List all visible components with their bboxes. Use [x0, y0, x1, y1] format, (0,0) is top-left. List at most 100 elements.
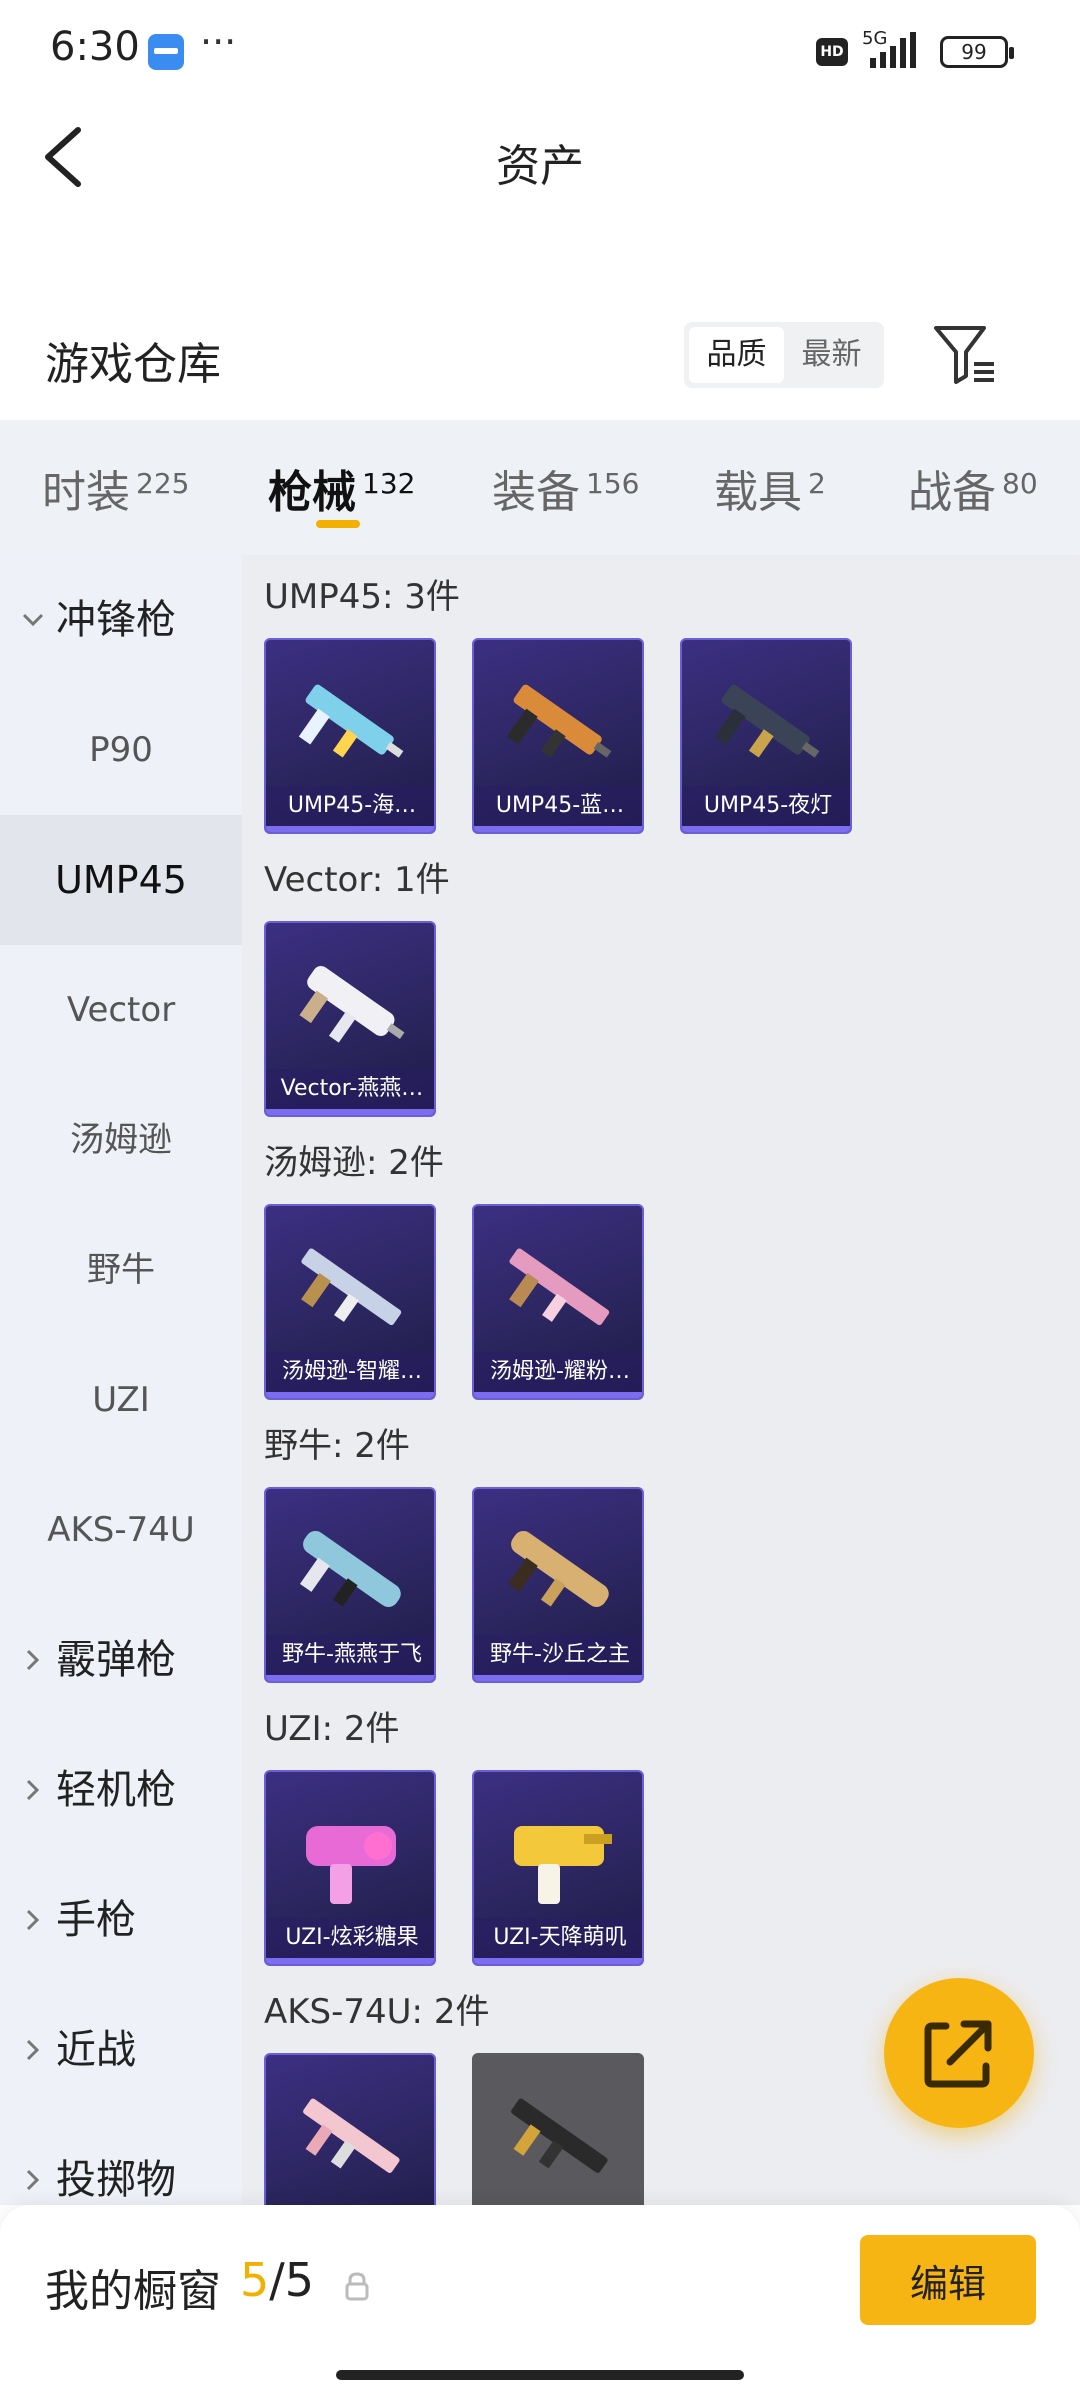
edit-button[interactable]: 编辑	[860, 2235, 1036, 2325]
tab-label: 时装	[42, 467, 130, 518]
rarity-bar	[474, 826, 642, 832]
rifle-skin-icon	[511, 2098, 608, 2173]
tab-count: 132	[362, 467, 416, 500]
showcase-max: 5	[284, 2253, 315, 2307]
signal-icon	[870, 32, 916, 68]
sidebar-item-label: UZI	[92, 1380, 150, 1420]
filter-icon[interactable]	[930, 320, 1000, 390]
tab-count: 2	[808, 467, 826, 500]
tab-count: 80	[1002, 467, 1038, 500]
smg-skin-icon	[506, 684, 612, 758]
skin-name: UMP45-夜灯	[682, 786, 850, 826]
skin-name: 汤姆逊-耀粉…	[474, 1352, 642, 1392]
sidebar-item-uzi[interactable]: UZI	[0, 1335, 242, 1465]
smg-skin-icon	[714, 684, 820, 758]
skin-card[interactable]: 野牛-沙丘之主	[472, 1487, 644, 1683]
rarity-bar	[266, 1392, 434, 1398]
sidebar-item-label: AKS-74U	[47, 1510, 195, 1550]
weapon-skin-list: UMP45: 3件 UMP45-海… UMP45-蓝… UMP45-夜灯 Vec…	[242, 555, 1080, 2205]
smg-skin-icon	[298, 684, 404, 758]
sidebar-item-aks74u[interactable]: AKS-74U	[0, 1465, 242, 1595]
sidebar-item-melee[interactable]: 近战	[0, 1985, 242, 2115]
sidebar-item-thompson[interactable]: 汤姆逊	[0, 1075, 242, 1205]
smg-skin-icon	[301, 1248, 402, 1326]
skin-name: UMP45-海…	[266, 786, 434, 826]
tab-firearms[interactable]: 枪械 132	[268, 456, 416, 518]
group-title: 野牛: 2件	[264, 1426, 410, 1466]
group-title: Vector: 1件	[264, 860, 450, 900]
app-header: 资产	[0, 100, 1080, 220]
tab-count: 225	[136, 467, 190, 500]
skin-card[interactable]: UZI-天降萌叽	[472, 1770, 644, 1966]
sidebar-item-vector[interactable]: Vector	[0, 945, 242, 1075]
group-title: UMP45: 3件	[264, 577, 460, 617]
showcase-count: 5/5	[240, 2253, 314, 2307]
smg-skin-icon	[299, 1530, 401, 1607]
sidebar-item-smg[interactable]: 冲锋枪	[0, 555, 242, 685]
skin-name: Vector-燕燕…	[266, 1069, 434, 1109]
tab-combat-gear[interactable]: 战备 80	[908, 456, 1038, 518]
skin-card[interactable]	[264, 2053, 436, 2205]
share-button[interactable]	[884, 1978, 1034, 2128]
skin-card[interactable]: 汤姆逊-智耀…	[264, 1204, 436, 1400]
sidebar-item-shotgun[interactable]: 霰弹枪	[0, 1595, 242, 1725]
smg-skin-icon	[509, 1248, 610, 1326]
skin-name: 野牛-燕燕于飞	[266, 1635, 434, 1675]
smg-skin-icon	[299, 965, 405, 1043]
group-title: UZI: 2件	[264, 1709, 400, 1749]
tab-vehicles[interactable]: 载具 2	[714, 456, 826, 518]
app-notification-icon	[148, 34, 184, 70]
skin-card[interactable]	[472, 2053, 644, 2205]
skin-card[interactable]: 野牛-燕燕于飞	[264, 1487, 436, 1683]
skin-name: 野牛-沙丘之主	[474, 1635, 642, 1675]
skin-card[interactable]: 汤姆逊-耀粉…	[472, 1204, 644, 1400]
skin-card[interactable]: Vector-燕燕…	[264, 921, 436, 1117]
tab-equipment[interactable]: 装备 156	[492, 456, 639, 518]
tab-fashion[interactable]: 时装 225	[42, 456, 190, 518]
sidebar-item-label: 手枪	[56, 1897, 136, 1943]
skin-card[interactable]: UMP45-蓝…	[472, 638, 644, 834]
skin-name: UZI-炫彩糖果	[266, 1918, 434, 1958]
tab-label: 载具	[714, 467, 802, 518]
sidebar-item-label: Vector	[66, 990, 176, 1030]
skin-card[interactable]: UZI-炫彩糖果	[264, 1770, 436, 1966]
tab-label: 战备	[908, 467, 996, 518]
sidebar-item-label: 轻机枪	[56, 1767, 176, 1813]
tab-label: 枪械	[268, 467, 356, 518]
sort-newest-button[interactable]: 最新	[784, 327, 879, 383]
sidebar-item-pistol[interactable]: 手枪	[0, 1855, 242, 1985]
rarity-bar	[266, 826, 434, 832]
sidebar-item-bizon[interactable]: 野牛	[0, 1205, 242, 1335]
sort-quality-button[interactable]: 品质	[689, 327, 784, 383]
battery-icon: 99	[940, 36, 1014, 68]
sidebar-item-p90[interactable]: P90	[0, 685, 242, 815]
sidebar-item-label: P90	[89, 730, 153, 770]
rarity-bar	[474, 1958, 642, 1964]
tab-label: 装备	[492, 467, 580, 518]
rarity-bar	[474, 1392, 642, 1398]
sort-toggle: 品质 最新	[684, 322, 884, 388]
sidebar-item-label: 冲锋枪	[56, 597, 176, 643]
rifle-skin-icon	[303, 2098, 400, 2173]
share-icon	[924, 2020, 992, 2088]
lock-icon	[345, 2272, 369, 2301]
group-title: 汤姆逊: 2件	[264, 1143, 444, 1183]
skin-card[interactable]: UMP45-海…	[264, 638, 436, 834]
skin-name: UMP45-蓝…	[474, 786, 642, 826]
smg-skin-icon	[306, 1826, 396, 1904]
group-title: AKS-74U: 2件	[264, 1992, 490, 2032]
page-title: 资产	[496, 141, 584, 192]
sidebar-item-lmg[interactable]: 轻机枪	[0, 1725, 242, 1855]
sidebar-item-label: UMP45	[55, 858, 187, 902]
showcase-current: 5	[240, 2253, 270, 2307]
smg-skin-icon	[507, 1530, 609, 1607]
skin-name: UZI-天降萌叽	[474, 1918, 642, 1958]
rarity-bar	[474, 1675, 642, 1681]
showcase-label: 我的橱窗	[45, 2266, 221, 2317]
home-indicator	[336, 2370, 744, 2380]
skin-name: 汤姆逊-智耀…	[266, 1352, 434, 1392]
weapon-category-sidebar: 冲锋枪 P90 UMP45 Vector 汤姆逊 野牛 UZI AKS-74U …	[0, 555, 242, 2205]
rarity-bar	[266, 1675, 434, 1681]
skin-card[interactable]: UMP45-夜灯	[680, 638, 852, 834]
sidebar-item-ump45[interactable]: UMP45	[0, 815, 242, 945]
